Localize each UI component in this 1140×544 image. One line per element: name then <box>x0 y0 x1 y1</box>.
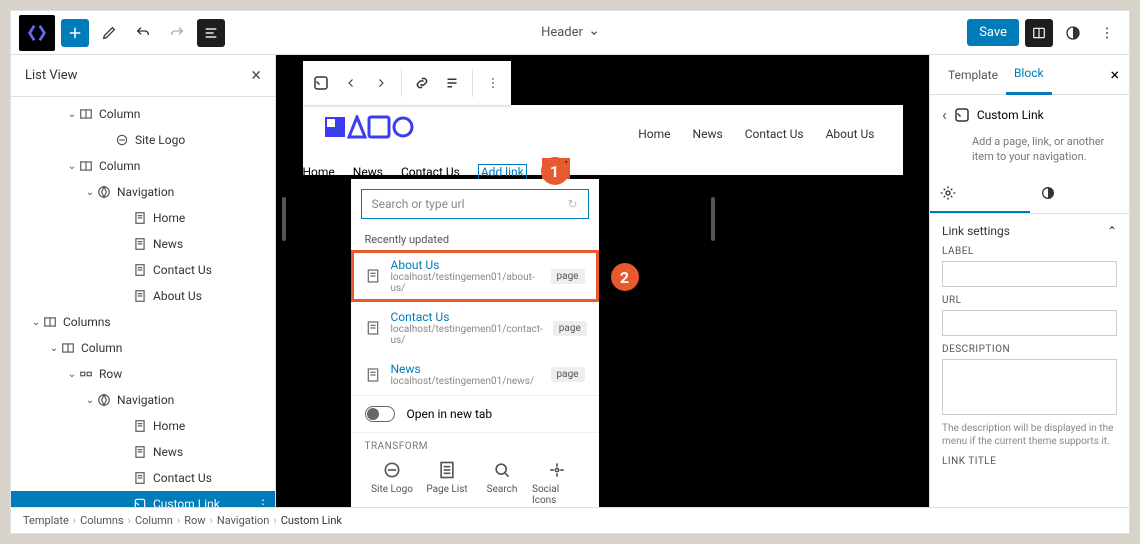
page-suggestion[interactable]: About Uslocalhost/testingemen01/about-us… <box>351 250 599 302</box>
listview-item[interactable]: ⌄Navigation <box>11 179 275 205</box>
transform-label: TRANSFORM <box>365 441 585 452</box>
nav-link[interactable]: Contact Us <box>401 165 460 179</box>
chevron-up-icon: ⌃ <box>1107 224 1117 238</box>
drag-handle[interactable] <box>282 197 286 241</box>
block-description: Add a page, link, or another item to you… <box>930 134 1129 175</box>
add-link-placeholder[interactable]: Add link <box>478 164 527 180</box>
styles-tab[interactable] <box>1030 175 1130 213</box>
nav-link[interactable]: About Us <box>826 127 875 141</box>
link-title-field-label: LINK TITLE <box>942 456 1117 467</box>
block-name: Custom Link <box>977 108 1044 122</box>
tab-template[interactable]: Template <box>940 55 1006 95</box>
back-button[interactable]: ‹ <box>942 105 947 124</box>
styles-icon[interactable] <box>1059 19 1087 47</box>
transform-option[interactable]: Search <box>477 460 527 506</box>
template-selector[interactable]: Header <box>541 25 599 40</box>
page-suggestion[interactable]: Contact Uslocalhost/testingemen01/contac… <box>351 302 599 354</box>
listview-item[interactable]: News <box>11 231 275 257</box>
listview-item[interactable]: ⌄Row <box>11 361 275 387</box>
listview-item[interactable]: ⌄Column <box>11 101 275 127</box>
listview-item[interactable]: Custom Link⋮ <box>11 491 275 507</box>
next-arrow[interactable] <box>367 69 395 97</box>
edit-icon[interactable] <box>95 19 123 47</box>
redo-button[interactable] <box>163 19 191 47</box>
listview-item[interactable]: Site Logo <box>11 127 275 153</box>
listview-item[interactable]: Contact Us <box>11 257 275 283</box>
url-input[interactable] <box>942 310 1117 336</box>
new-tab-toggle[interactable] <box>365 406 395 422</box>
nav-link[interactable]: Home <box>303 165 335 179</box>
chevron-down-icon <box>589 28 599 38</box>
listview-item[interactable]: About Us <box>11 283 275 309</box>
listview-item[interactable]: Contact Us <box>11 465 275 491</box>
description-field-label: DESCRIPTION <box>942 344 1117 355</box>
submenu-icon[interactable] <box>438 69 466 97</box>
add-block-button[interactable] <box>61 19 89 47</box>
breadcrumb-item[interactable]: Navigation <box>217 514 270 527</box>
refresh-icon[interactable]: ↻ <box>567 197 577 211</box>
label-input[interactable] <box>942 261 1117 287</box>
block-toolbar <box>303 61 511 105</box>
label-field-label: LABEL <box>942 246 1117 257</box>
breadcrumb-item[interactable]: Columns <box>80 514 124 527</box>
listview-header: List View × <box>11 55 275 97</box>
view-icon[interactable] <box>1025 19 1053 47</box>
link-icon[interactable] <box>408 69 436 97</box>
breadcrumb-item[interactable]: Column <box>135 514 173 527</box>
page-suggestion[interactable]: Newslocalhost/testingemen01/news/page <box>351 354 599 395</box>
listview-item[interactable]: ⌄Column <box>11 153 275 179</box>
save-button[interactable]: Save <box>967 19 1019 46</box>
listview-item[interactable]: Home <box>11 413 275 439</box>
recent-label: Recently updated <box>351 229 599 250</box>
undo-button[interactable] <box>129 19 157 47</box>
nav-link[interactable]: Contact Us <box>745 127 804 141</box>
search-input[interactable]: Search or type url ↻ <box>361 189 589 219</box>
site-logo <box>325 115 415 139</box>
breadcrumb: Template›Columns›Column›Row›Navigation›C… <box>11 507 1129 533</box>
listview-item[interactable]: ⌄Navigation <box>11 387 275 413</box>
transform-option[interactable]: Site Logo <box>367 460 417 506</box>
annotation-2: 2 <box>611 263 639 291</box>
link-settings-section[interactable]: Link settings ⌃ <box>942 224 1117 238</box>
listview-item[interactable]: ⌄Columns <box>11 309 275 335</box>
tab-block[interactable]: Block <box>1006 55 1052 95</box>
nav-link[interactable]: News <box>693 127 723 141</box>
close-icon[interactable]: × <box>1110 65 1119 84</box>
breadcrumb-item[interactable]: Row <box>184 514 205 527</box>
settings-tab[interactable] <box>930 175 1030 213</box>
listview-toggle[interactable] <box>197 19 225 47</box>
more-options[interactable] <box>479 69 507 97</box>
nav-link[interactable]: Home <box>638 127 670 141</box>
breadcrumb-item[interactable]: Template <box>23 514 69 527</box>
more-menu[interactable] <box>1093 19 1121 47</box>
listview-item[interactable]: Home <box>11 205 275 231</box>
link-block-icon[interactable] <box>307 69 335 97</box>
description-input[interactable] <box>942 359 1117 415</box>
link-block-icon <box>953 106 971 124</box>
breadcrumb-item[interactable]: Custom Link <box>281 514 342 527</box>
annotation-1: 1 <box>541 157 569 185</box>
transform-option[interactable]: Social Icons <box>532 460 582 506</box>
description-hint: The description will be displayed in the… <box>942 422 1117 448</box>
listview-item[interactable]: News <box>11 439 275 465</box>
prev-arrow[interactable] <box>337 69 365 97</box>
transform-option[interactable]: Page List <box>422 460 472 506</box>
nav-link[interactable]: News <box>353 165 383 179</box>
drag-handle[interactable] <box>711 197 715 241</box>
url-field-label: URL <box>942 295 1117 306</box>
link-popover: Search or type url ↻ Recently updated Ab… <box>351 179 599 507</box>
app-logo[interactable] <box>19 15 55 51</box>
listview-item[interactable]: ⌄Column <box>11 335 275 361</box>
close-icon[interactable]: × <box>251 65 261 86</box>
new-tab-label: Open in new tab <box>407 407 493 421</box>
